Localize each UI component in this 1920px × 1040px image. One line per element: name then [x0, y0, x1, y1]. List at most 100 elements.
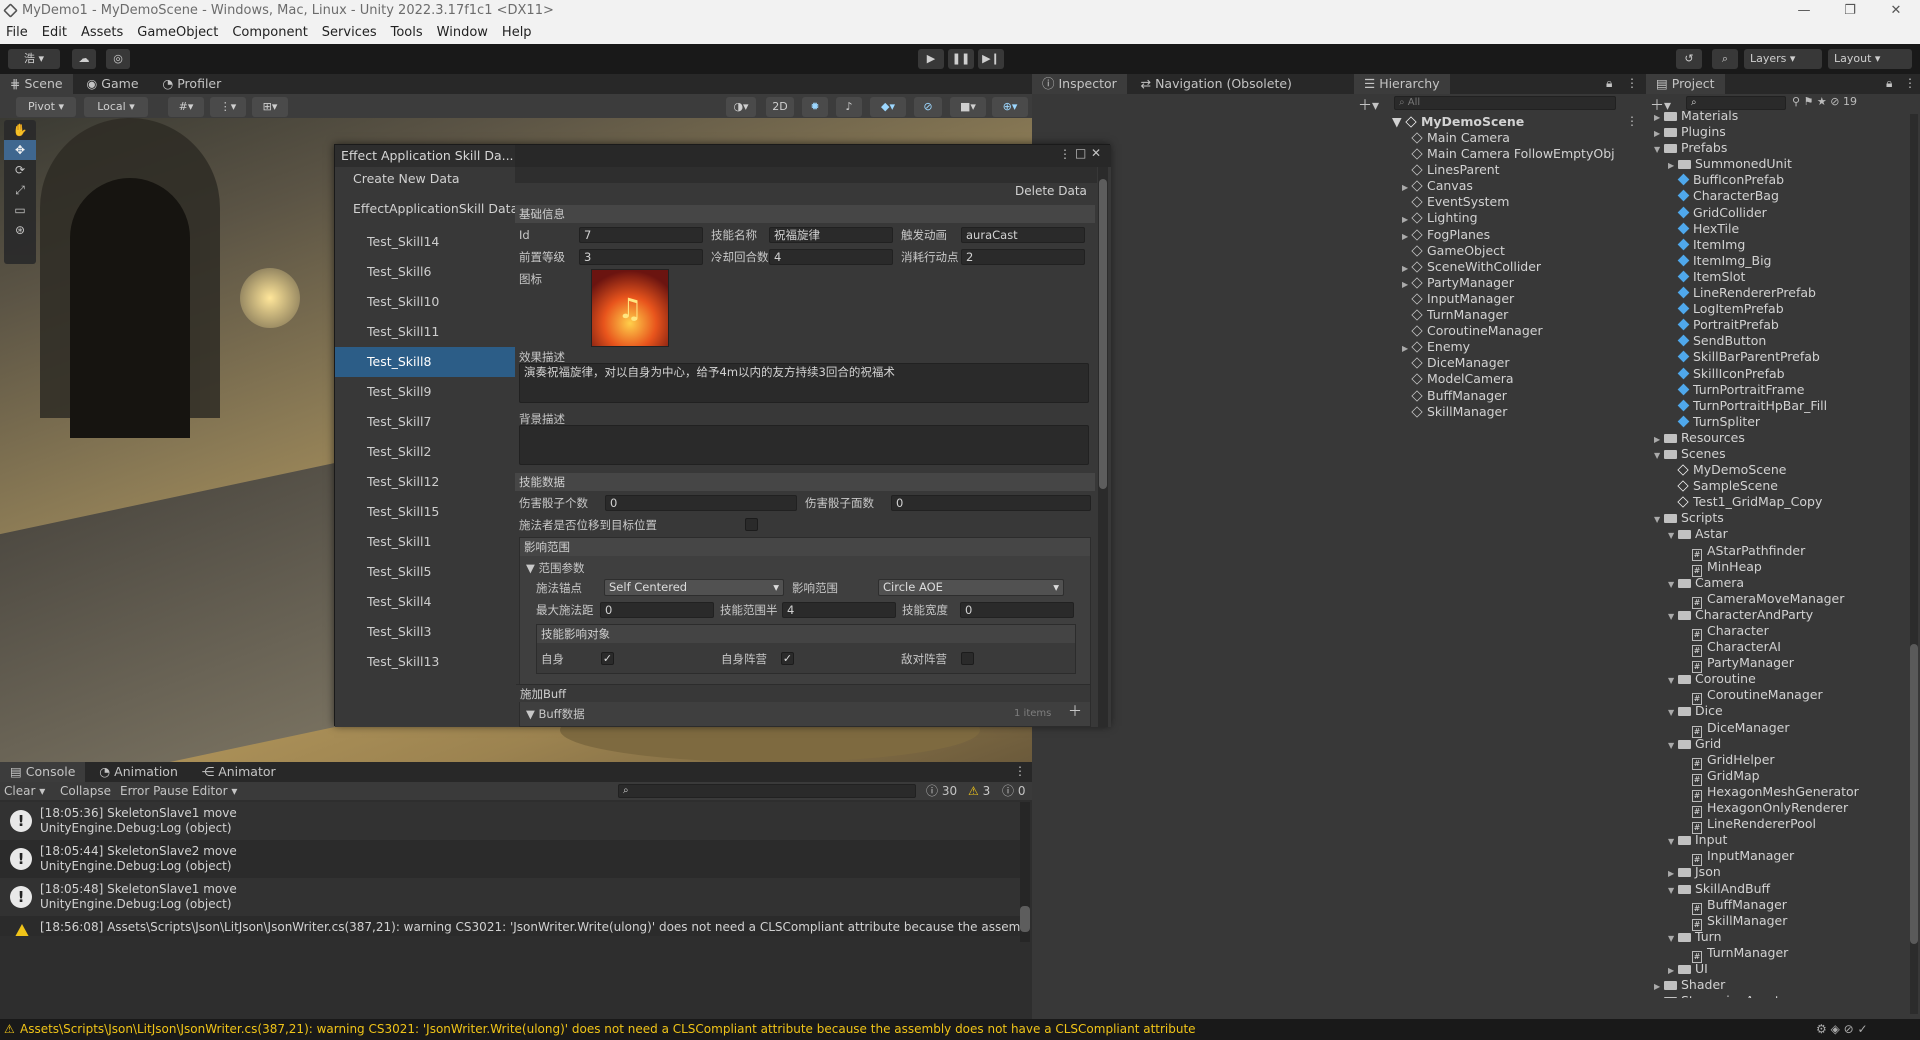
project-item[interactable]: # HexagonMeshGenerator [1646, 784, 1908, 802]
project-item[interactable]: ▼ Camera [1646, 575, 1908, 591]
project-item[interactable]: ▼ Scenes [1646, 446, 1908, 462]
project-item[interactable]: # TurnManager [1646, 945, 1908, 963]
hierarchy-item[interactable]: ▶ FogPlanes [1402, 227, 1615, 243]
project-item[interactable]: ▶ Shader [1646, 977, 1908, 993]
project-item[interactable]: TurnPortraitFrame [1646, 382, 1908, 398]
project-expand-arrow-icon[interactable]: ▼ [1668, 528, 1678, 544]
project-item[interactable]: ▼ Astar [1646, 526, 1908, 542]
hierarchy-item[interactable]: Main Camera FollowEmptyObj [1402, 146, 1615, 162]
hand-tool-icon[interactable]: ✋ [4, 120, 36, 140]
level-field[interactable]: 3 [579, 249, 703, 265]
delete-data-button[interactable]: Delete Data [1015, 184, 1087, 198]
2d-toggle[interactable]: 2D [766, 97, 794, 117]
console-scrollbar-thumb[interactable] [1020, 906, 1030, 932]
collapse-button[interactable]: Collapse [60, 782, 111, 800]
hierarchy-item[interactable]: ▶ Lighting [1402, 210, 1615, 226]
project-item[interactable]: BuffIconPrefab [1646, 172, 1908, 188]
effects-icon[interactable]: ◆▾ [870, 97, 906, 117]
project-item[interactable]: SampleScene [1646, 478, 1908, 494]
hierarchy-item[interactable]: ▶ PartyManager [1402, 275, 1615, 291]
detail-scrollbar-thumb[interactable] [1099, 179, 1107, 489]
area-dropdown[interactable]: Circle AOE ▾ [878, 579, 1064, 596]
menu-window[interactable]: Window [437, 22, 488, 44]
project-filter-icons[interactable]: ⚲ ⚑ ★ ⊘ 19 [1792, 95, 1857, 108]
menu-component[interactable]: Component [232, 22, 307, 44]
skill-width-field[interactable]: 0 [960, 602, 1074, 618]
anim-field[interactable]: auraCast [961, 227, 1085, 243]
menu-edit[interactable]: Edit [42, 22, 67, 44]
project-lock-icon[interactable]: 🔒︎ [1886, 76, 1892, 91]
project-item[interactable]: SendButton [1646, 333, 1908, 349]
status-icons[interactable]: ⚙ ◈ ⊘ ✓ [1816, 1019, 1868, 1040]
project-item[interactable]: # MinHeap [1646, 559, 1908, 577]
project-item[interactable]: ItemImg [1646, 237, 1908, 253]
project-item[interactable]: SkillBarParentPrefab [1646, 349, 1908, 365]
hierarchy-item[interactable]: EventSystem [1402, 194, 1615, 210]
console-entry[interactable]: ! [18:05:36] SkeletonSlave1 move UnityEngi… [0, 802, 1020, 840]
project-item[interactable]: Test1_GridMap_Copy [1646, 494, 1908, 510]
project-expand-arrow-icon[interactable]: ▼ [1668, 673, 1678, 689]
menu-assets[interactable]: Assets [81, 22, 123, 44]
play-button[interactable]: ▶ [918, 49, 944, 69]
project-item[interactable]: ▼ Coroutine [1646, 671, 1908, 687]
project-item[interactable]: # InputManager [1646, 848, 1908, 867]
project-scrollbar-thumb[interactable] [1910, 644, 1918, 944]
console-entry[interactable]: ! [18:05:44] SkeletonSlave2 move UnityEngi… [0, 840, 1020, 878]
minimize-icon[interactable]: — [1784, 0, 1824, 22]
project-expand-arrow-icon[interactable]: ▼ [1654, 512, 1664, 528]
rect-tool-icon[interactable]: ▭ [4, 200, 36, 220]
skill-list-item[interactable]: Test_Skill6 [335, 257, 515, 287]
project-item[interactable]: TurnSpliter [1646, 414, 1908, 430]
project-item[interactable]: # AStarPathfinder [1646, 543, 1908, 561]
project-expand-arrow-icon[interactable]: ▼ [1668, 609, 1678, 625]
skill-list-item[interactable]: Test_Skill13 [335, 647, 515, 677]
menu-services[interactable]: Services [322, 22, 377, 44]
skill-list-item[interactable]: Test_Skill11 [335, 317, 515, 347]
project-item[interactable]: ▼ CharacterAndParty [1646, 607, 1908, 623]
project-item[interactable]: ▶ SummonedUnit [1646, 156, 1908, 172]
project-item[interactable]: PortraitPrefab [1646, 317, 1908, 333]
cooldown-field[interactable]: 4 [769, 249, 893, 265]
lighting-icon[interactable]: ✹ [802, 97, 828, 117]
project-item[interactable]: TurnPortraitHpBar_Fill [1646, 398, 1908, 414]
increment-snap-icon[interactable]: ⊞▾ [252, 97, 288, 117]
cloud-icon[interactable]: ☁ [72, 49, 96, 69]
project-expand-arrow-icon[interactable]: ▼ [1668, 577, 1678, 593]
project-item[interactable]: ▶ Plugins [1646, 124, 1908, 140]
grid-icon[interactable]: ⋮▾ [210, 97, 246, 117]
console-entry[interactable]: ! [18:05:48] SkeletonSlave1 move UnityEngi… [0, 878, 1020, 916]
skill-list-item[interactable]: Test_Skill10 [335, 287, 515, 317]
move-tool-icon[interactable]: ✥ [4, 140, 36, 160]
project-item[interactable]: ▼ SkillAndBuff [1646, 881, 1908, 897]
error-count-toggle[interactable]: ⓘ 0 [1002, 782, 1025, 800]
hidden-objects-icon[interactable]: ⊘ [914, 97, 942, 117]
hierarchy-menu-icon[interactable]: ⋮ [1626, 76, 1638, 90]
project-item[interactable]: LogItemPrefab [1646, 301, 1908, 317]
hierarchy-item[interactable]: InputManager [1402, 291, 1615, 307]
project-expand-arrow-icon[interactable]: ▼ [1668, 883, 1678, 899]
project-item[interactable]: ▶ Resources [1646, 430, 1908, 446]
project-menu-icon[interactable]: ⋮ [1904, 76, 1916, 90]
range-params-foldout[interactable]: ▼ 范围参数 [526, 560, 585, 576]
range-radius-field[interactable]: 4 [782, 602, 896, 618]
tab-animator[interactable]: ⋲ Animator [192, 762, 286, 782]
hierarchy-item[interactable]: BuffManager [1402, 388, 1615, 404]
tab-hierarchy[interactable]: ☰ Hierarchy [1354, 74, 1450, 94]
tab-animation[interactable]: ◔ Animation [89, 762, 188, 782]
hierarchy-item[interactable]: TurnManager [1402, 307, 1615, 323]
close-window-icon[interactable]: ✕ [1876, 0, 1916, 22]
tab-scene[interactable]: ⋕ Scene [0, 74, 73, 94]
project-expand-arrow-icon[interactable]: ▼ [1668, 738, 1678, 754]
console-menu-icon[interactable]: ⋮ [1014, 764, 1026, 778]
kebab-menu-icon[interactable]: ⋮ [1059, 147, 1071, 161]
hierarchy-item[interactable]: ▶ SceneWithCollider [1402, 259, 1615, 275]
warn-count-toggle[interactable]: ⚠ 3 [968, 782, 990, 800]
project-expand-arrow-icon[interactable]: ▼ [1654, 448, 1664, 464]
project-item[interactable]: # CameraMoveManager [1646, 591, 1908, 609]
project-expand-arrow-icon[interactable]: ▶ [1654, 995, 1664, 998]
add-buff-icon[interactable]: ＋ [1068, 704, 1082, 720]
project-item[interactable]: # GridHelper [1646, 752, 1908, 770]
project-item[interactable]: ItemImg_Big [1646, 253, 1908, 269]
pivot-dropdown[interactable]: Pivot ▾ [16, 97, 76, 117]
project-item[interactable]: ▼ Turn [1646, 929, 1908, 945]
